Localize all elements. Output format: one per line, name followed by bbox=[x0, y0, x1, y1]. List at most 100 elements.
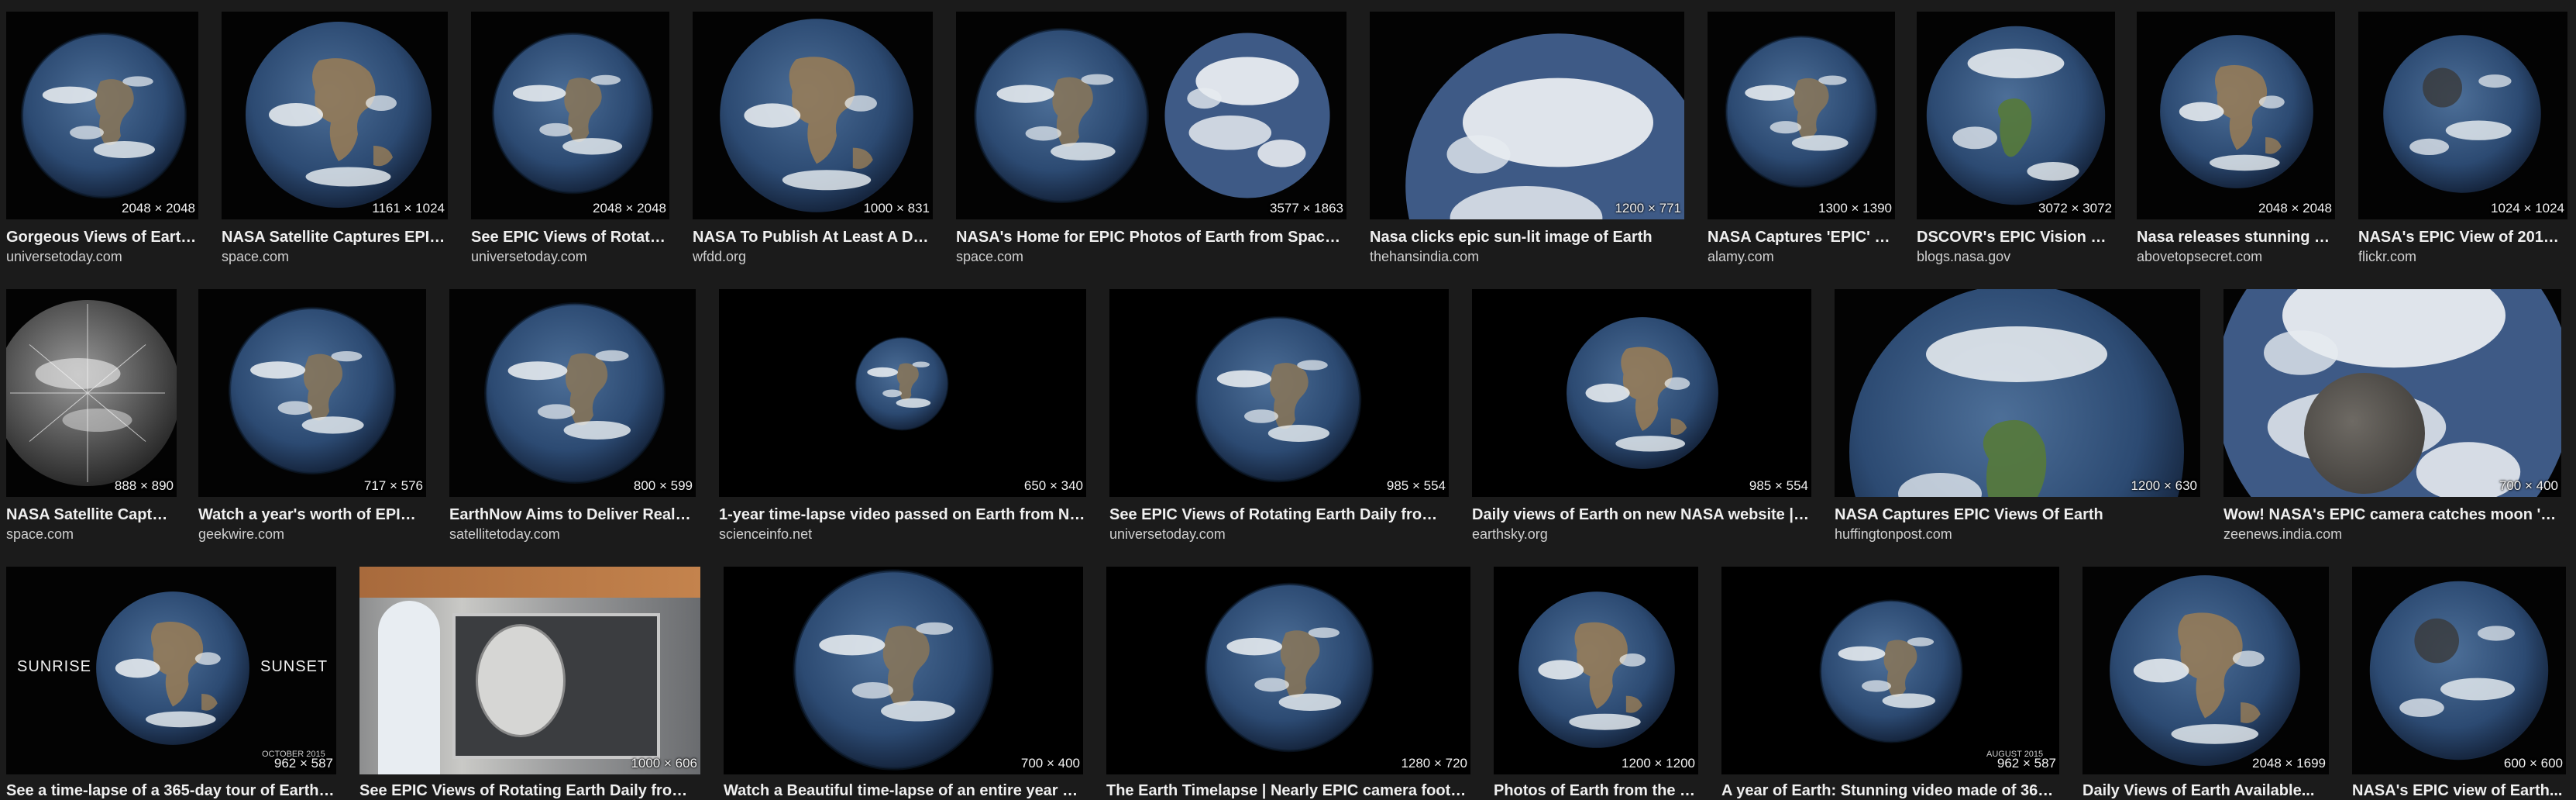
result-source[interactable]: blogs.nasa.gov bbox=[1917, 249, 2115, 265]
result-tile[interactable]: 2048 × 1699 Daily Views of Earth Availab… bbox=[2082, 567, 2329, 799]
result-source[interactable]: universetoday.com bbox=[1109, 526, 1449, 543]
result-title[interactable]: Daily views of Earth on new NASA website… bbox=[1472, 506, 1811, 524]
result-title[interactable]: NASA's Home for EPIC Photos of Earth fro… bbox=[956, 229, 1346, 247]
earth-image bbox=[716, 15, 917, 216]
result-tile[interactable]: AUGUST 2015 962 × 587 A year of Earth: S… bbox=[1721, 567, 2059, 799]
result-thumbnail[interactable]: 700 × 400 bbox=[724, 567, 1083, 774]
result-source[interactable]: flickr.com bbox=[2358, 249, 2567, 265]
result-thumbnail[interactable]: 717 × 576 bbox=[198, 289, 426, 497]
result-source[interactable]: geekwire.com bbox=[198, 526, 426, 543]
result-thumbnail[interactable]: AUGUST 2015 962 × 587 bbox=[1721, 567, 2059, 774]
result-thumbnail[interactable]: 1200 × 630 bbox=[1835, 289, 2200, 497]
earth-image bbox=[790, 567, 996, 773]
result-title[interactable]: DSCOVR's EPIC Vision of E... bbox=[1917, 229, 2115, 247]
result-thumbnail[interactable]: 800 × 599 bbox=[449, 289, 696, 497]
result-source[interactable]: wfdd.org bbox=[693, 249, 933, 265]
result-tile[interactable]: 3072 × 3072 DSCOVR's EPIC Vision of E...… bbox=[1917, 12, 2115, 267]
result-tile[interactable]: 1200 × 771 Nasa clicks epic sun-lit imag… bbox=[1370, 12, 1684, 267]
image-dimensions: 888 × 890 bbox=[114, 478, 174, 493]
result-source[interactable]: zeenews.india.com bbox=[2223, 526, 2561, 543]
result-tile[interactable]: 1000 × 606 See EPIC Views of Rotating Ea… bbox=[359, 567, 700, 799]
result-title[interactable]: Gorgeous Views of Earth f... bbox=[6, 229, 198, 247]
result-tile[interactable]: 888 × 890 NASA Satellite Captur... space… bbox=[6, 289, 177, 545]
result-thumbnail[interactable]: 1280 × 720 bbox=[1106, 567, 1470, 774]
sunset-label: SUNSET bbox=[260, 658, 328, 675]
image-dimensions: 1200 × 1200 bbox=[1621, 756, 1695, 771]
result-source[interactable]: abovetopsecret.com bbox=[2137, 249, 2335, 265]
result-source[interactable]: scienceinfo.net bbox=[719, 526, 1086, 543]
result-tile[interactable]: 650 × 340 1-year time-lapse video passed… bbox=[719, 289, 1086, 545]
result-source[interactable]: thehansindia.com bbox=[1370, 249, 1684, 265]
result-tile[interactable]: 800 × 599 EarthNow Aims to Deliver Real-… bbox=[449, 289, 696, 545]
result-tile[interactable]: 717 × 576 Watch a year's worth of EPIC E… bbox=[198, 289, 426, 545]
result-title[interactable]: 1-year time-lapse video passed on Earth … bbox=[719, 506, 1086, 524]
result-thumbnail[interactable]: 1300 × 1390 bbox=[1708, 12, 1895, 219]
result-tile[interactable]: 1300 × 1390 NASA Captures 'EPIC' Ea... a… bbox=[1708, 12, 1895, 267]
result-thumbnail[interactable]: 985 × 554 bbox=[1109, 289, 1449, 497]
result-thumbnail[interactable]: 650 × 340 bbox=[719, 289, 1086, 497]
result-thumbnail[interactable]: 2048 × 2048 bbox=[2137, 12, 2335, 219]
result-tile[interactable]: 985 × 554 Daily views of Earth on new NA… bbox=[1472, 289, 1811, 545]
result-thumbnail[interactable]: SUNRISE SUNSET OCTOBER 2015 962 × 587 bbox=[6, 567, 336, 774]
result-title[interactable]: NASA Captures 'EPIC' Ea... bbox=[1708, 229, 1895, 247]
result-thumbnail[interactable]: 3577 × 1863 bbox=[956, 12, 1346, 219]
earth-image bbox=[854, 336, 950, 432]
result-title[interactable]: Watch a year's worth of EPIC Ea... bbox=[198, 506, 426, 524]
result-thumbnail[interactable]: 1200 × 771 bbox=[1370, 12, 1684, 219]
image-dimensions: 2048 × 1699 bbox=[2251, 756, 2326, 771]
result-title[interactable]: NASA's EPIC View of 2017 ... bbox=[2358, 229, 2567, 247]
result-tile[interactable]: 1024 × 1024 NASA's EPIC View of 2017 ...… bbox=[2358, 12, 2567, 267]
result-title[interactable]: NASA To Publish At Least A Doze... bbox=[693, 229, 933, 247]
result-thumbnail[interactable]: 2048 × 1699 bbox=[2082, 567, 2329, 774]
result-source[interactable]: alamy.com bbox=[1708, 249, 1895, 265]
result-title[interactable]: NASA Captures EPIC Views Of Earth bbox=[1835, 506, 2200, 524]
result-thumbnail[interactable]: 1161 × 1024 bbox=[222, 12, 448, 219]
result-title[interactable]: Nasa clicks epic sun-lit image of Earth bbox=[1370, 229, 1684, 247]
result-thumbnail[interactable]: 888 × 890 bbox=[6, 289, 177, 497]
result-tile[interactable]: 1161 × 1024 NASA Satellite Captures EPIC… bbox=[222, 12, 448, 267]
earth-image bbox=[2106, 571, 2304, 770]
result-title[interactable]: See EPIC Views of Rotating Earth Daily f… bbox=[1109, 506, 1449, 524]
result-tile[interactable]: 1200 × 1200 Photos of Earth from the D..… bbox=[1494, 567, 1698, 799]
result-title[interactable]: Wow! NASA's EPIC camera catches moon 'ph… bbox=[2223, 506, 2561, 524]
earth-image bbox=[1723, 33, 1880, 190]
result-title[interactable]: EarthNow Aims to Deliver Real-Ti... bbox=[449, 506, 696, 524]
result-tile[interactable]: 1200 × 630 NASA Captures EPIC Views Of E… bbox=[1835, 289, 2200, 545]
result-source[interactable]: huffingtonpost.com bbox=[1835, 526, 2200, 543]
result-source[interactable]: universetoday.com bbox=[6, 249, 198, 265]
result-title[interactable]: NASA Satellite Captur... bbox=[6, 506, 177, 524]
result-source[interactable]: universetoday.com bbox=[471, 249, 669, 265]
result-tile[interactable]: 600 × 600 NASA's EPIC view of Earth... bbox=[2352, 567, 2566, 799]
result-source[interactable]: space.com bbox=[222, 249, 448, 265]
result-tile[interactable]: 2048 × 2048 See EPIC Views of Rotating..… bbox=[471, 12, 669, 267]
result-thumbnail[interactable]: 2048 × 2048 bbox=[471, 12, 669, 219]
result-tile[interactable]: SUNRISE SUNSET OCTOBER 2015 962 × 587 Se… bbox=[6, 567, 336, 799]
image-dimensions: 2048 × 2048 bbox=[2258, 201, 2332, 216]
earth-image bbox=[242, 18, 435, 212]
result-source[interactable]: earthsky.org bbox=[1472, 526, 1811, 543]
image-dimensions: 2048 × 2048 bbox=[121, 201, 195, 216]
result-thumbnail[interactable]: 1000 × 606 bbox=[359, 567, 700, 774]
result-tile[interactable]: 2048 × 2048 Gorgeous Views of Earth f...… bbox=[6, 12, 198, 267]
result-tile[interactable]: 700 × 400 Wow! NASA's EPIC camera catche… bbox=[2223, 289, 2561, 545]
result-source[interactable]: space.com bbox=[956, 249, 1346, 265]
result-thumbnail[interactable]: 1200 × 1200 bbox=[1494, 567, 1698, 774]
result-thumbnail[interactable]: 2048 × 2048 bbox=[6, 12, 198, 219]
result-title[interactable]: See EPIC Views of Rotating... bbox=[471, 229, 669, 247]
result-thumbnail[interactable]: 985 × 554 bbox=[1472, 289, 1811, 497]
result-tile[interactable]: 1280 × 720 The Earth Timelapse | Nearly … bbox=[1106, 567, 1470, 799]
result-tile[interactable]: 700 × 400 Watch a Beautiful time-lapse o… bbox=[724, 567, 1083, 799]
result-source[interactable]: satellitetoday.com bbox=[449, 526, 696, 543]
result-thumbnail[interactable]: 700 × 400 bbox=[2223, 289, 2561, 497]
result-thumbnail[interactable]: 1000 × 831 bbox=[693, 12, 933, 219]
result-thumbnail[interactable]: 3072 × 3072 bbox=[1917, 12, 2115, 219]
result-source[interactable]: space.com bbox=[6, 526, 177, 543]
result-tile[interactable]: 2048 × 2048 Nasa releases stunning ne...… bbox=[2137, 12, 2335, 267]
result-tile[interactable]: 1000 × 831 NASA To Publish At Least A Do… bbox=[693, 12, 933, 267]
result-tile[interactable]: 3577 × 1863 NASA's Home for EPIC Photos … bbox=[956, 12, 1346, 267]
result-thumbnail[interactable]: 1024 × 1024 bbox=[2358, 12, 2567, 219]
result-tile[interactable]: 985 × 554 See EPIC Views of Rotating Ear… bbox=[1109, 289, 1449, 545]
result-title[interactable]: Nasa releases stunning ne... bbox=[2137, 229, 2335, 247]
result-thumbnail[interactable]: 600 × 600 bbox=[2352, 567, 2566, 774]
result-title[interactable]: NASA Satellite Captures EPIC ... bbox=[222, 229, 448, 247]
